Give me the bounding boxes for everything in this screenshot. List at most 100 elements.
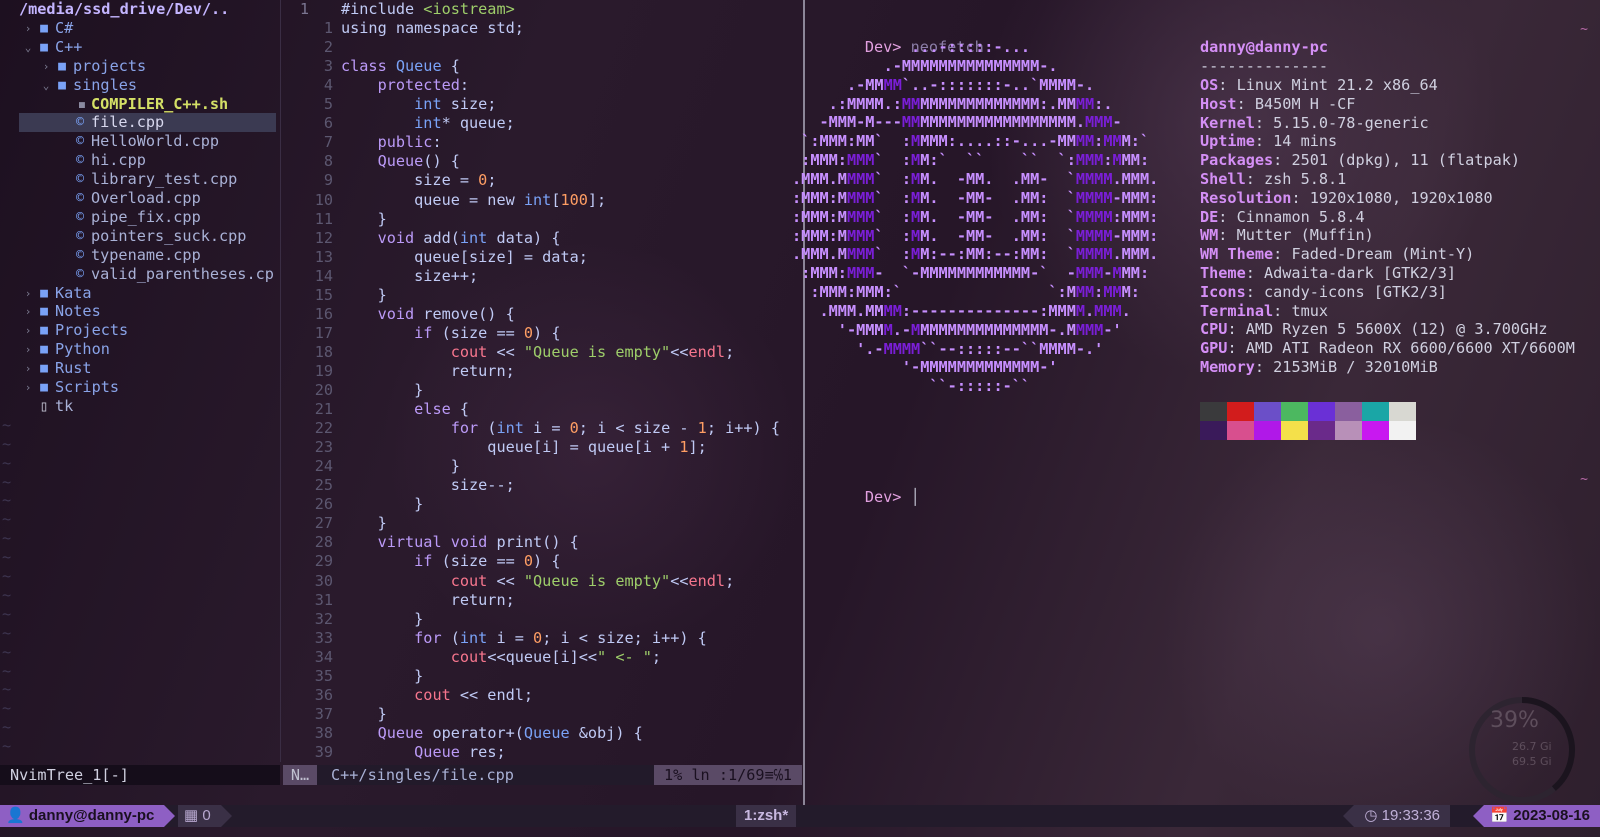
code-line[interactable]: Queue() { [341,152,460,171]
logo-glyph [884,264,893,282]
logo-glyph: M [965,264,976,283]
tmux-window-count[interactable]: ▦ 0 [178,805,232,827]
code-line[interactable]: void remove() { [341,305,515,324]
code-line[interactable]: void add(int data) { [341,229,561,248]
code-line[interactable]: protected: [341,76,469,95]
logo-glyph [792,340,801,358]
code-line[interactable]: return; [341,362,515,381]
logo-glyph: - [911,358,921,377]
tilde-marker: ~ [2,434,12,453]
chevron-right-icon[interactable]: › [39,57,53,76]
code-line[interactable]: size++; [341,267,478,286]
logo-glyph [893,151,902,169]
code-token: 0 [478,171,488,190]
code-line[interactable]: } [341,514,387,533]
code-line[interactable]: cout << endl; [341,686,533,705]
code-line[interactable]: using namespace std; [341,19,524,38]
code-line[interactable]: for (int i = 0; i < size - 1; i++) { [341,419,780,438]
code-line[interactable]: queue[i] = queue[i + 1]; [341,438,706,457]
line-number: 6 [323,114,333,133]
code-line[interactable]: public: [341,133,442,152]
code-line[interactable]: if (size == 0) { [341,552,560,571]
tree-item-label: projects [73,56,147,75]
logo-glyph: M [1020,264,1031,283]
code-line[interactable]: #include <iostream> [341,0,515,19]
logo-glyph: : [1002,132,1012,151]
chevron-down-icon[interactable]: ⌄ [39,76,53,95]
code-line[interactable]: else { [341,400,469,419]
logo-glyph: : [1039,301,1049,320]
code-line[interactable]: class Queue { [341,57,460,76]
chevron-right-icon[interactable]: › [21,19,35,38]
code-line[interactable]: return; [341,591,515,610]
code-line[interactable]: if (size == 0) { [341,324,560,343]
tmux-date: 📅 2023-08-16 [1473,805,1600,827]
code-line[interactable]: } [341,210,387,229]
code-token: } [341,704,387,723]
color-swatch [1335,402,1362,421]
active-prompt-line[interactable]: Dev> │ [810,469,920,526]
code-line[interactable]: } [341,286,387,305]
code-line[interactable]: int* queue; [341,114,515,133]
logo-glyph [792,283,801,301]
logo-glyph: - [1066,264,1076,283]
code-line[interactable]: } [341,667,423,686]
code-line[interactable]: cout<<queue[i]<<" <- "; [341,648,661,667]
logo-glyph: M [856,132,866,151]
code-line[interactable]: queue = new int[100]; [341,191,606,210]
code-line[interactable]: size = 0; [341,171,496,190]
chevron-down-icon[interactable]: ⌄ [21,38,35,57]
logo-glyph: M [819,132,829,151]
logo-glyph: M [837,245,847,264]
logo-glyph: M [1020,245,1031,264]
chevron-right-icon[interactable]: › [21,321,35,340]
logo-glyph [874,377,883,395]
code-line[interactable]: int size; [341,95,496,114]
tmux-statusbar: 👤 danny@danny-pc ▦ 0 1:zsh* ◷ 19:33:36 📅… [0,805,1600,827]
code-line[interactable]: cout << "Queue is empty"<<endl; [341,572,735,591]
tree-file[interactable]: © file.cpp [19,113,276,133]
code-line[interactable]: } [341,495,423,514]
logo-glyph: M [929,113,939,132]
terminal-pane[interactable]: Dev> neofetch ~ ...-:::::-... .-MMMMMMMM… [792,0,1600,805]
code-token: "Queue is empty" [523,342,671,361]
logo-glyph: M [874,301,884,320]
line-number: 39 [314,742,333,761]
code-line[interactable]: } [341,610,423,629]
logo-glyph: . [965,132,976,151]
tree-root-path[interactable]: /media/ssd_drive/Dev/.. [19,0,229,19]
logo-line: :MMM:MMM- `-MMMMMMMMMMMM-` -MMM-MMM: [792,264,1149,283]
chevron-right-icon[interactable]: › [21,302,35,321]
logo-glyph [884,377,893,395]
code-line[interactable]: } [341,381,423,400]
code-line[interactable]: for (int i = 0; i < size; i++) { [341,629,707,648]
code-line[interactable]: virtual void print() { [341,533,579,552]
line-number: 9 [323,171,333,190]
code-token: int [414,114,442,133]
cpp-icon: © [76,266,84,282]
code-token: cout [450,342,488,361]
code-token: #include [341,0,424,18]
code-line[interactable]: Queue res; [341,743,505,762]
logo-glyph [829,358,838,376]
info-row: Theme: Adwaita-dark [GTK2/3] [1200,264,1456,283]
code-line[interactable]: size--; [341,476,515,495]
chevron-right-icon[interactable]: › [21,340,35,359]
chevron-right-icon[interactable]: › [21,359,35,378]
logo-line: '-MMMM.-MMMMMMMMMMMMMMM-.MMMM-' [792,321,1122,340]
tmux-current-window[interactable]: 1:zsh* [736,805,797,827]
logo-glyph: . [1103,94,1113,113]
logo-glyph: : [1039,188,1049,207]
line-number: 4 [323,76,333,95]
code-line[interactable]: Queue operator+(Queue &obj) { [341,724,643,743]
chevron-right-icon[interactable]: › [21,284,35,303]
logo-glyph: M [956,56,966,75]
code-line[interactable]: } [341,705,387,724]
code-editor[interactable]: 1 #include <iostream> 1 using namespace std… [280,0,803,762]
code-line[interactable]: } [341,457,460,476]
logo-glyph: - [993,301,1003,320]
code-line[interactable]: cout << "Queue is empty"<<endl; [341,342,735,362]
chevron-right-icon[interactable]: › [21,378,35,397]
code-line[interactable]: queue[size] = data; [341,248,588,267]
